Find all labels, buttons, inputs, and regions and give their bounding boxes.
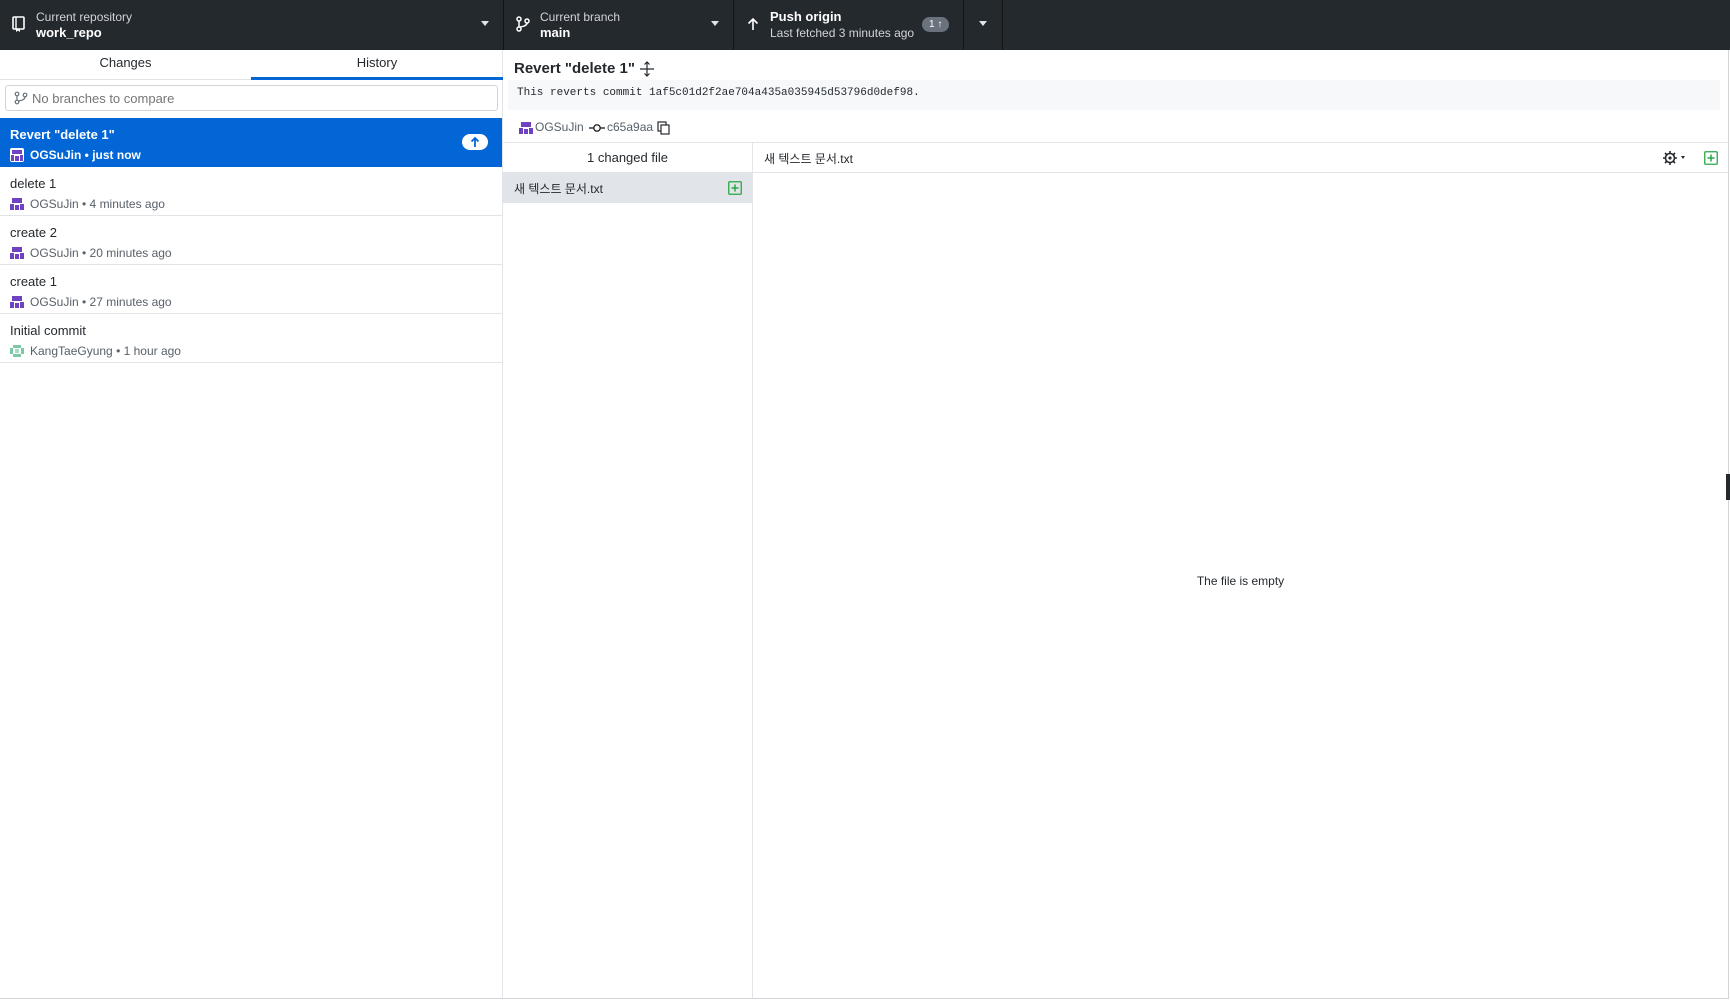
commit-summary-title: Revert "delete 1"	[514, 60, 635, 77]
push-label: Push origin	[770, 9, 842, 24]
sidebar: Changes History Revert "delete 1"	[0, 50, 503, 998]
avatar-icon	[10, 148, 24, 162]
commit-meta: OGSuJin • 4 minutes ago	[30, 197, 165, 211]
avatar-icon	[10, 198, 24, 210]
commit-list-item[interactable]: create 2 OGSuJin • 20 minutes ago	[0, 216, 502, 265]
avatar-icon	[10, 296, 24, 308]
file-list-item[interactable]: 새 텍스트 문서.txt	[503, 173, 752, 203]
branch-compare-field[interactable]	[5, 85, 498, 111]
toolbar: Current repository work_repo Current bra…	[0, 0, 1730, 50]
empty-file-message: The file is empty	[1196, 574, 1285, 588]
commit-title: create 2	[10, 225, 57, 240]
commit-title: Revert "delete 1"	[10, 127, 115, 142]
repository-name: work_repo	[36, 25, 102, 40]
commit-list-item[interactable]: delete 1 OGSuJin • 4 minutes ago	[0, 167, 502, 216]
tab-history[interactable]: History	[251, 50, 503, 80]
caret-down-icon	[979, 21, 987, 26]
commit-sha: c65a9aa	[607, 120, 654, 134]
commit-author: OGSuJin	[535, 120, 584, 134]
repository-label: Current repository	[36, 10, 133, 24]
commit-meta: OGSuJin • 27 minutes ago	[30, 295, 172, 309]
changed-files-count: 1 changed file	[503, 143, 752, 173]
file-name: 새 텍스트 문서.txt	[514, 182, 603, 196]
app-window: Current repository work_repo Current bra…	[0, 0, 1730, 999]
branch-label: Current branch	[540, 10, 621, 24]
file-added-icon	[728, 181, 742, 195]
push-count-badge: 1 ↑	[922, 17, 950, 32]
push-status: Last fetched 3 minutes ago	[770, 26, 915, 40]
tab-changes[interactable]: Changes	[0, 50, 251, 79]
copy-icon[interactable]	[657, 121, 670, 135]
commit-title: Initial commit	[10, 323, 86, 338]
expand-icon[interactable]	[639, 61, 655, 77]
sidebar-tabs: Changes History	[0, 50, 503, 80]
commit-title: create 1	[10, 274, 57, 289]
changed-files-pane: 1 changed file 새 텍스트 문서.txt	[503, 142, 753, 998]
branch-name: main	[540, 25, 571, 40]
commit-meta: OGSuJin • 20 minutes ago	[30, 246, 172, 260]
repo-icon	[12, 16, 25, 32]
repository-selector[interactable]: Current repository work_repo	[0, 0, 504, 50]
caret-down-icon	[711, 21, 719, 26]
commit-list-item[interactable]: create 1 OGSuJin • 27 minutes ago	[0, 265, 502, 314]
branch-compare-input[interactable]	[32, 86, 472, 110]
diff-pane: 새 텍스트 문서.txt The file is empty	[753, 142, 1728, 998]
avatar-icon	[10, 247, 24, 259]
commit-description: This reverts commit 1af5c01d2f2ae704a435…	[508, 80, 1720, 110]
arrow-up-icon	[747, 17, 759, 30]
git-compare-icon	[14, 91, 28, 105]
window-resize-handle[interactable]	[1726, 474, 1730, 500]
commit-title: delete 1	[10, 176, 57, 191]
caret-down-icon	[481, 21, 489, 26]
arrow-up-icon	[470, 136, 480, 147]
branch-icon	[516, 16, 530, 32]
branch-selector[interactable]: Current branch main	[504, 0, 734, 50]
diff-header: 새 텍스트 문서.txt	[753, 143, 1728, 173]
commit-icon	[589, 124, 605, 132]
push-origin-button[interactable]: Push origin Last fetched 3 minutes ago 1…	[734, 0, 964, 50]
diff-file-name: 새 텍스트 문서.txt	[764, 152, 853, 166]
commit-list: Revert "delete 1" OGSuJin • just now del…	[0, 118, 502, 363]
avatar-icon	[10, 345, 24, 357]
commit-list-item[interactable]: Initial commit KangTaeGyung • 1 hour ago	[0, 314, 502, 363]
file-added-icon	[1704, 151, 1718, 165]
unpushed-indicator	[462, 134, 488, 150]
push-options-dropdown[interactable]	[964, 0, 1003, 50]
commit-detail: Revert "delete 1" This reverts commit 1a…	[503, 50, 1728, 998]
gear-icon[interactable]	[1662, 149, 1690, 167]
commit-meta: KangTaeGyung • 1 hour ago	[30, 344, 181, 358]
avatar-icon	[519, 122, 533, 134]
commit-meta: OGSuJin • just now	[30, 148, 141, 162]
commit-list-item[interactable]: Revert "delete 1" OGSuJin • just now	[0, 118, 502, 167]
